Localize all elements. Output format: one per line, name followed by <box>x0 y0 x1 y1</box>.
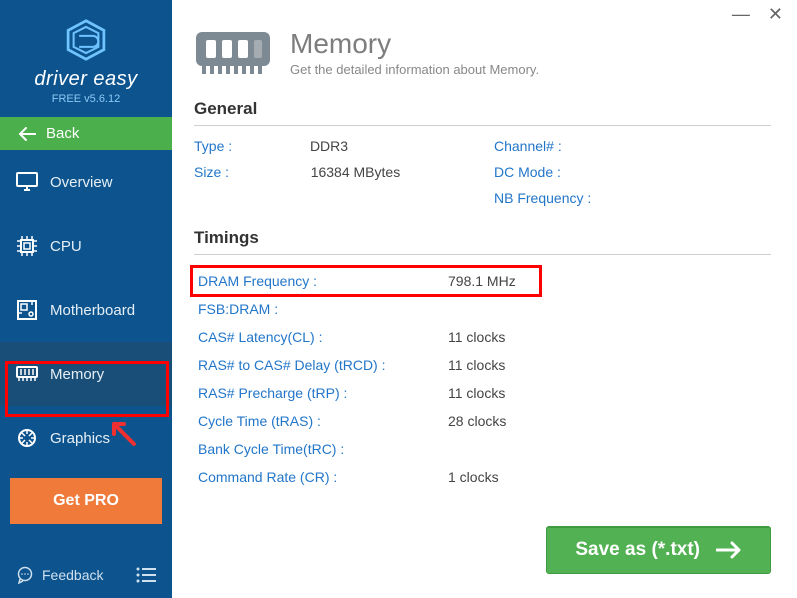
row-tras: Cycle Time (tRAS) : 28 clocks <box>194 407 771 435</box>
feedback-label: Feedback <box>42 567 103 583</box>
nav-memory[interactable]: Memory <box>0 342 172 406</box>
save-as-button[interactable]: Save as (*.txt) <box>546 526 771 574</box>
fsb-dram-value <box>448 301 608 317</box>
logo-icon <box>64 18 108 62</box>
trcd-label: RAS# to CAS# Delay (tRCD) : <box>198 357 448 373</box>
nav-motherboard[interactable]: Motherboard <box>0 278 172 342</box>
feedback-button[interactable]: Feedback <box>16 566 103 584</box>
page-title: Memory <box>290 28 539 60</box>
save-as-label: Save as (*.txt) <box>575 539 700 561</box>
cpu-icon <box>16 235 38 257</box>
trp-value: 11 clocks <box>448 385 608 401</box>
cr-value: 1 clocks <box>448 469 608 485</box>
cas-value: 11 clocks <box>448 329 608 345</box>
nav-memory-label: Memory <box>50 366 104 383</box>
row-trc: Bank Cycle Time(tRC) : <box>194 435 771 463</box>
close-button[interactable]: ✕ <box>768 6 783 34</box>
trc-label: Bank Cycle Time(tRC) : <box>198 441 448 457</box>
minimize-button[interactable]: — <box>732 6 750 34</box>
nbfreq-label: NB Frequency : <box>494 190 591 206</box>
nav-cpu-label: CPU <box>50 238 82 255</box>
motherboard-icon <box>16 299 38 321</box>
brand-block: driver easy FREE v5.6.12 <box>0 0 172 117</box>
row-fsb-dram: FSB:DRAM : <box>194 295 771 323</box>
back-label: Back <box>46 125 79 142</box>
tras-label: Cycle Time (tRAS) : <box>198 413 448 429</box>
row-cas: CAS# Latency(CL) : 11 clocks <box>194 323 771 351</box>
fsb-dram-label: FSB:DRAM : <box>198 301 448 317</box>
graphics-icon <box>16 427 38 449</box>
dram-freq-label: DRAM Frequency : <box>198 273 448 289</box>
type-label: Type : <box>194 138 232 154</box>
dcmode-label: DC Mode : <box>494 164 561 180</box>
page-subtitle: Get the detailed information about Memor… <box>290 62 539 77</box>
page-header: Memory Get the detailed information abou… <box>194 28 771 77</box>
trcd-value: 11 clocks <box>448 357 608 373</box>
brand-name: driver easy <box>34 68 137 91</box>
row-trcd: RAS# to CAS# Delay (tRCD) : 11 clocks <box>194 351 771 379</box>
brand-version: FREE v5.6.12 <box>52 93 120 105</box>
size-label: Size : <box>194 164 229 180</box>
trp-label: RAS# Precharge (tRP) : <box>198 385 448 401</box>
memory-hero-icon <box>194 30 272 76</box>
type-value: DDR3 <box>310 138 348 154</box>
cr-label: Command Rate (CR) : <box>198 469 448 485</box>
back-button[interactable]: Back <box>0 117 172 150</box>
nav-overview[interactable]: Overview <box>0 150 172 214</box>
nav-overview-label: Overview <box>50 174 113 191</box>
monitor-icon <box>16 171 38 193</box>
arrow-right-icon <box>716 541 742 559</box>
memory-icon <box>16 363 38 385</box>
row-cr: Command Rate (CR) : 1 clocks <box>194 463 771 491</box>
dram-freq-value: 798.1 MHz <box>448 273 608 289</box>
nav-motherboard-label: Motherboard <box>50 302 135 319</box>
nav-graphics[interactable]: Graphics <box>0 406 172 470</box>
nav: Overview CPU Motherboard Memory <box>0 150 172 470</box>
general-grid: Type : DDR3 Channel# : Size : 16384 MByt… <box>194 138 771 206</box>
sidebar-footer: Feedback <box>0 552 172 598</box>
cas-label: CAS# Latency(CL) : <box>198 329 448 345</box>
nav-graphics-label: Graphics <box>50 430 110 447</box>
timings-heading: Timings <box>194 228 771 255</box>
channel-label: Channel# : <box>494 138 562 154</box>
menu-button[interactable] <box>136 567 156 583</box>
row-dram-frequency: DRAM Frequency : 798.1 MHz <box>194 267 771 295</box>
general-heading: General <box>194 99 771 126</box>
window-controls: — ✕ <box>732 0 797 34</box>
back-arrow-icon <box>18 127 36 141</box>
timings-list: DRAM Frequency : 798.1 MHz FSB:DRAM : CA… <box>194 267 771 491</box>
tras-value: 28 clocks <box>448 413 608 429</box>
get-pro-button[interactable]: Get PRO <box>10 478 162 524</box>
size-value: 16384 MBytes <box>311 164 401 180</box>
main-content: Memory Get the detailed information abou… <box>172 0 797 598</box>
chat-icon <box>16 566 34 584</box>
sidebar: driver easy FREE v5.6.12 Back Overview C… <box>0 0 172 598</box>
menu-icon <box>136 567 156 583</box>
nav-cpu[interactable]: CPU <box>0 214 172 278</box>
app-window: — ✕ driver easy FREE v5.6.12 Back <box>0 0 797 598</box>
trc-value <box>448 441 608 457</box>
row-trp: RAS# Precharge (tRP) : 11 clocks <box>194 379 771 407</box>
